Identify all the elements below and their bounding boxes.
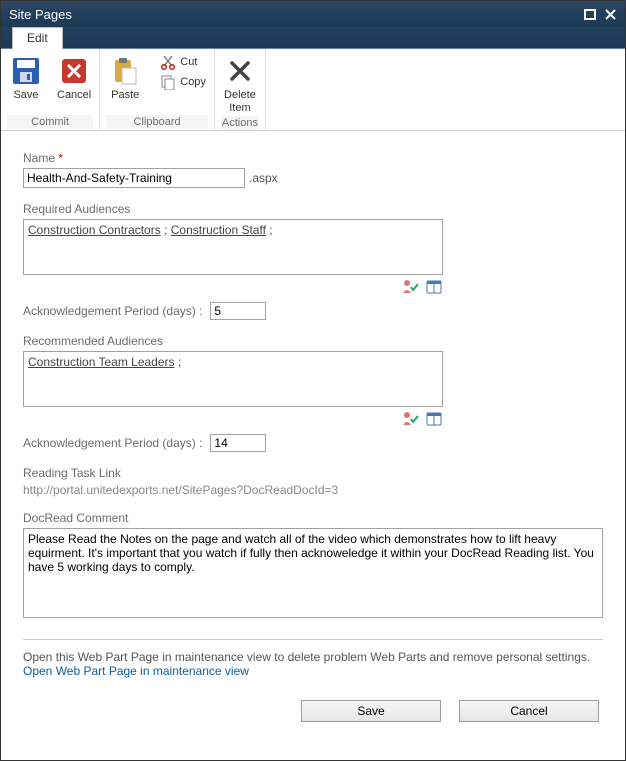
maintenance-link[interactable]: Open Web Part Page in maintenance view [23,664,249,678]
docread-comment-textarea[interactable] [23,528,603,618]
reading-task-link-url: http://portal.unitedexports.net/SitePage… [23,483,603,497]
required-audiences-label: Required Audiences [23,202,603,216]
docread-comment-label: DocRead Comment [23,511,603,525]
delete-item-button[interactable]: Delete Item [221,53,259,116]
title-bar: Site Pages [1,1,625,27]
paste-button[interactable]: Paste [106,53,144,104]
form-save-button[interactable]: Save [301,700,441,722]
browse-icon[interactable] [425,410,443,428]
recommended-ack-input[interactable] [210,434,266,452]
cancel-icon [58,55,90,87]
name-input[interactable] [23,168,245,188]
recommended-ack-label: Acknowledgement Period (days) : [23,436,202,450]
audience-item: Construction Contractors [28,223,161,237]
ribbon-group-clipboard-label: Clipboard [106,115,208,129]
name-label: Name * [23,151,603,165]
check-names-icon[interactable] [401,410,419,428]
save-label: Save [13,89,38,102]
copy-button[interactable]: Copy [158,73,208,91]
ribbon-group-actions: Delete Item Actions [215,49,266,130]
form-cancel-button[interactable]: Cancel [459,700,599,722]
recommended-audiences-box[interactable]: Construction Team Leaders ; [23,351,443,407]
close-icon[interactable] [603,7,617,21]
paste-label: Paste [111,89,139,102]
ribbon-group-clipboard: Paste Cut Copy Clipboard [100,49,215,130]
audience-item: Construction Staff [171,223,266,237]
paste-icon [109,55,141,87]
ribbon-group-actions-label: Actions [221,116,259,130]
maintenance-text: Open this Web Part Page in maintenance v… [23,650,603,678]
required-ack-input[interactable] [210,302,266,320]
required-ack-label: Acknowledgement Period (days) : [23,304,202,318]
ribbon: Save Cancel Commit Paste [1,49,625,131]
form-body: Name * .aspx Required Audiences Construc… [1,131,625,760]
required-audiences-box[interactable]: Construction Contractors ; Construction … [23,219,443,275]
audience-item: Construction Team Leaders [28,355,175,369]
recommended-audiences-label: Recommended Audiences [23,334,603,348]
name-suffix: .aspx [249,171,278,185]
reading-task-link-label: Reading Task Link [23,466,603,480]
window-title: Site Pages [9,7,72,22]
browse-icon[interactable] [425,278,443,296]
cut-button[interactable]: Cut [158,53,208,71]
tab-edit[interactable]: Edit [12,27,63,49]
maximize-icon[interactable] [583,7,597,21]
delete-icon [224,55,256,87]
cancel-button[interactable]: Cancel [55,53,93,104]
cut-icon [160,54,176,70]
copy-icon [160,74,176,90]
cancel-label: Cancel [57,89,91,102]
divider [23,639,603,640]
cut-label: Cut [180,56,197,68]
save-button[interactable]: Save [7,53,45,104]
header-space: Edit [1,27,625,49]
ribbon-group-commit: Save Cancel Commit [1,49,100,130]
check-names-icon[interactable] [401,278,419,296]
delete-item-label: Delete Item [224,89,256,114]
tab-label: Edit [27,31,48,45]
save-icon [10,55,42,87]
ribbon-group-commit-label: Commit [7,115,93,129]
copy-label: Copy [180,76,206,88]
